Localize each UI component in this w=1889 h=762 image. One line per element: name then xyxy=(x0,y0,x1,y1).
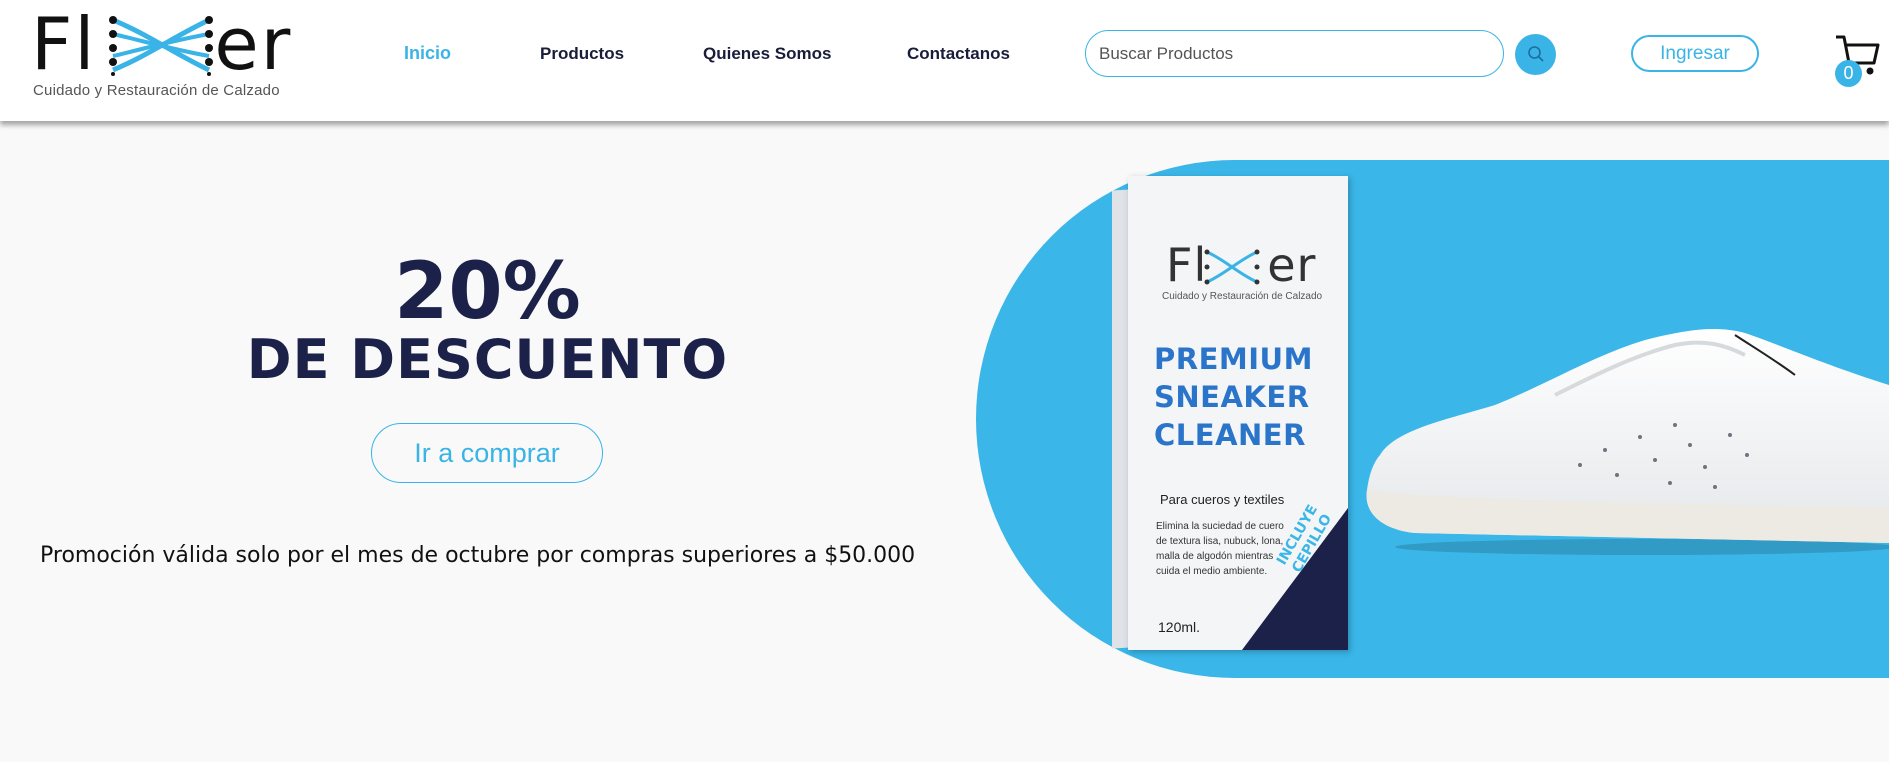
box-logo-wordmark: Fl er xyxy=(1166,238,1317,292)
logo-tagline: Cuidado y Restauración de Calzado xyxy=(33,82,280,99)
product-box-front: Fl er Cuidado y Restauración de Calzado P… xyxy=(1128,176,1348,650)
product-box-image: Fl er Cuidado y Restauración de Calzado P… xyxy=(1112,176,1348,650)
search-icon xyxy=(1528,46,1544,62)
logo-wordmark: Fl er xyxy=(31,2,293,86)
box-product-title: PREMIUM SNEAKER CLEANER xyxy=(1154,342,1313,452)
nav-inicio[interactable]: Inicio xyxy=(404,43,451,64)
box-tagline: Cuidado y Restauración de Calzado xyxy=(1162,291,1323,302)
sneaker-image xyxy=(1366,329,1889,555)
shop-now-button[interactable]: Ir a comprar xyxy=(371,423,603,483)
login-button[interactable]: Ingresar xyxy=(1631,35,1759,72)
site-header: Fl er Cuidado y Restauración de Calzado I… xyxy=(0,0,1889,121)
box-subtitle: Para cueros y textiles xyxy=(1160,492,1285,507)
nav-quienes-somos[interactable]: Quienes Somos xyxy=(703,44,831,64)
promo-discount: 20% xyxy=(394,247,581,337)
promo-note: Promoción válida solo por el mes de octu… xyxy=(40,543,916,568)
box-volume: 120ml. xyxy=(1158,619,1201,635)
cart-count-badge[interactable]: 0 xyxy=(1835,60,1862,87)
nav-productos[interactable]: Productos xyxy=(540,44,624,64)
brand-logo[interactable]: Fl er Cuidado y Restauración de Calzado xyxy=(31,8,305,103)
nav-contactanos[interactable]: Contactanos xyxy=(907,44,1010,64)
search-input[interactable] xyxy=(1085,30,1504,77)
promo-discount-label: DE DESCUENTO xyxy=(246,328,729,391)
search-button[interactable] xyxy=(1515,34,1556,75)
